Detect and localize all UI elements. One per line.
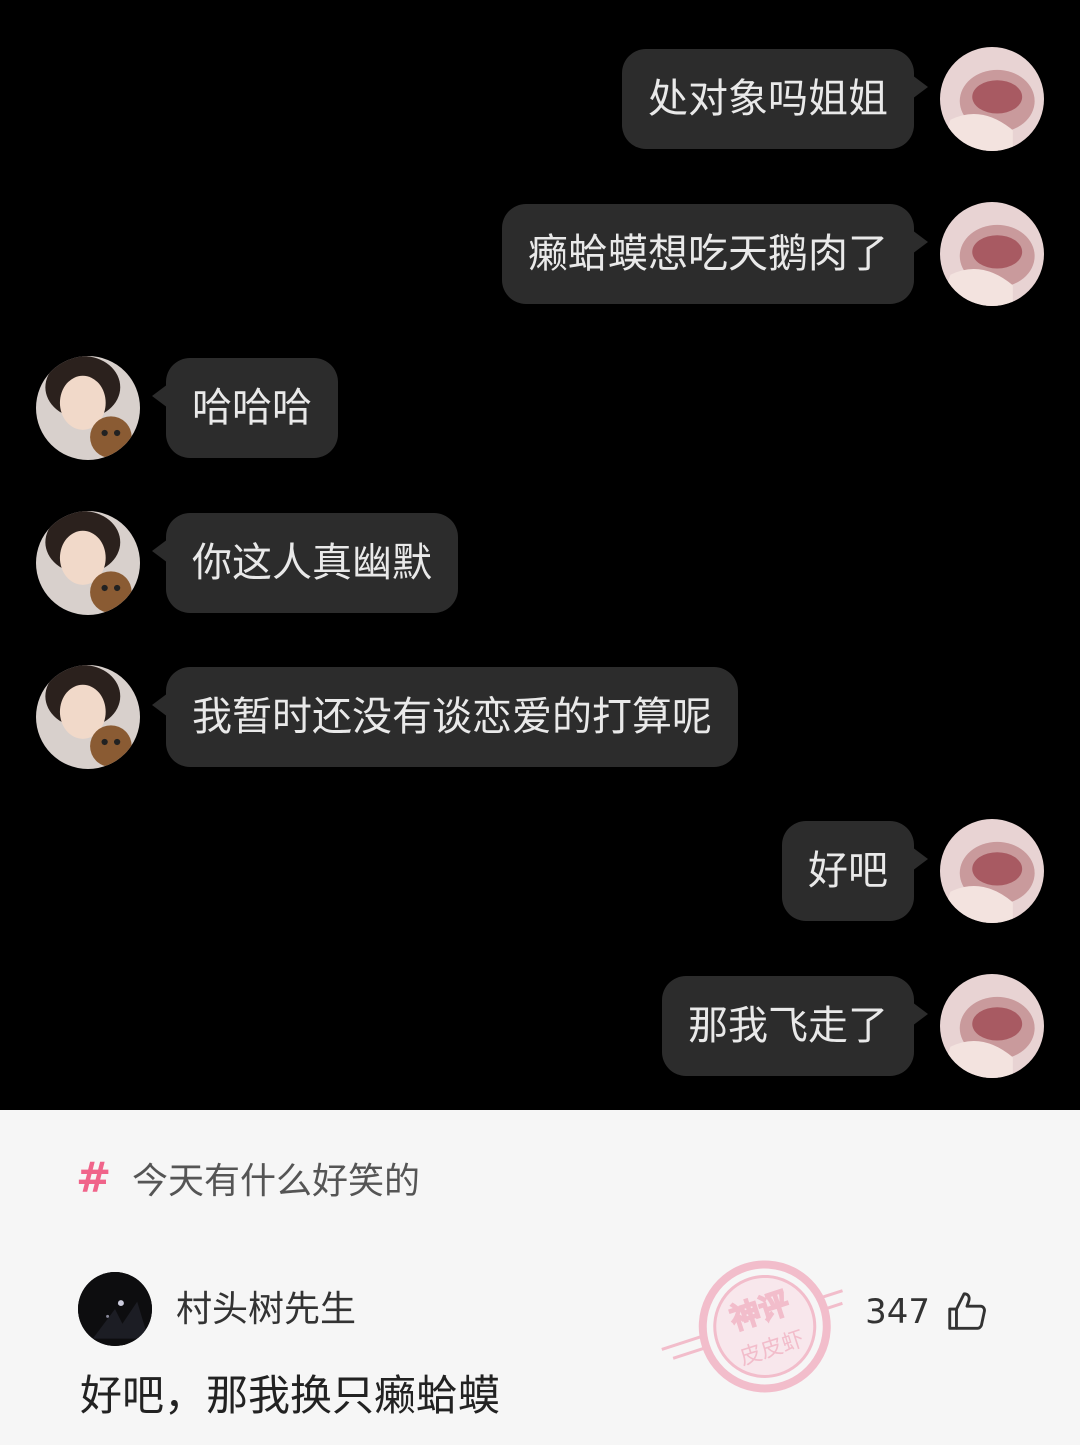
sender-avatar (940, 819, 1044, 923)
message-bubble: 好吧 (782, 821, 928, 921)
comment-body: 好吧，那我换只癞蛤蟆 (80, 1371, 501, 1420)
message-row: 那我飞走了 (0, 971, 1080, 1081)
sender-avatar (940, 47, 1044, 151)
message-row: 你这人真幽默 (0, 508, 1080, 618)
like-count: 347 (865, 1292, 930, 1332)
message-bubble: 我暂时还没有谈恋爱的打算呢 (152, 667, 738, 767)
contact-avatar (36, 356, 140, 460)
message-bubble: 处对象吗姐姐 (622, 49, 928, 149)
sender-avatar (940, 974, 1044, 1078)
message-row: 癞蛤蟆想吃天鹅肉了 (0, 199, 1080, 309)
sender-avatar (940, 202, 1044, 306)
message-row: 处对象吗姐姐 (0, 44, 1080, 154)
hashtag-icon: # (76, 1153, 112, 1202)
chat-screenshot: 处对象吗姐姐 癞蛤蟆想吃天鹅肉了 哈哈哈 你这人真幽默 我暂时还没有谈恋爱的打算… (0, 0, 1080, 1110)
message-bubble: 你这人真幽默 (152, 513, 458, 613)
topic-tag[interactable]: # 今天有什么好笑的 (76, 1150, 420, 1206)
contact-avatar (36, 511, 140, 615)
message-bubble: 癞蛤蟆想吃天鹅肉了 (502, 204, 928, 304)
message-bubble: 那我飞走了 (662, 976, 928, 1076)
thumbs-up-icon[interactable] (944, 1288, 990, 1334)
commenter-username[interactable]: 村头树先生 (176, 1288, 356, 1332)
watermark-stamp: 神评 皮皮虾 (661, 1260, 843, 1393)
contact-avatar (36, 665, 140, 769)
message-row: 哈哈哈 (0, 353, 1080, 463)
message-bubble: 哈哈哈 (152, 358, 338, 458)
commenter-avatar[interactable] (78, 1272, 152, 1346)
message-row: 好吧 (0, 816, 1080, 926)
message-row: 我暂时还没有谈恋爱的打算呢 (0, 662, 1080, 772)
topic-label: 今天有什么好笑的 (132, 1161, 421, 1202)
